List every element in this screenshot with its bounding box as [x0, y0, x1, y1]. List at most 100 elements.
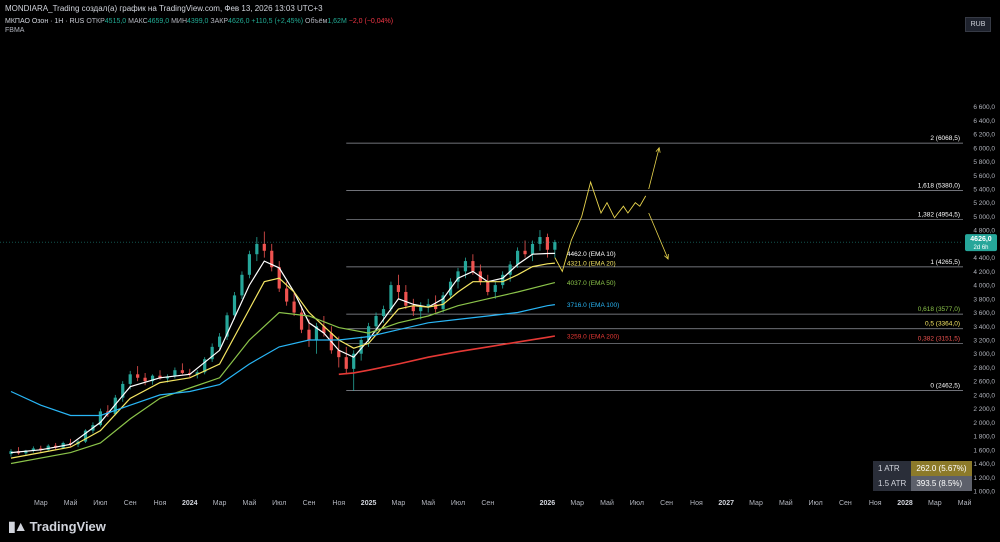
- y-tick-label: 2 800,0: [973, 365, 995, 372]
- logo-text: TradingView: [29, 519, 106, 534]
- currency-button[interactable]: RUB: [965, 17, 991, 32]
- fib-level-label: 0,618 (3577,0): [918, 306, 960, 313]
- atr-label: 1 ATR: [873, 461, 912, 476]
- y-tick-label: 1 600,0: [973, 447, 995, 454]
- high-label: МАКС: [128, 18, 148, 25]
- candle-body: [262, 243, 266, 251]
- x-tick-label: Май: [243, 499, 257, 507]
- x-tick-label: Мар: [928, 500, 942, 507]
- x-tick-label: Мар: [34, 500, 48, 507]
- candle-body: [247, 254, 251, 275]
- x-tick-label: 2028: [897, 500, 913, 507]
- candle-body: [255, 243, 259, 255]
- candle-body: [136, 374, 140, 378]
- low-value: 4399,0: [187, 18, 209, 25]
- candle-body: [501, 274, 505, 286]
- ema-50-line: [10, 282, 556, 465]
- atr-value: 262.0 (5.67%): [911, 461, 972, 476]
- ema-200-line: [338, 335, 556, 376]
- candle-body: [218, 336, 222, 347]
- low-label: МИН: [171, 18, 188, 25]
- x-tick-label: 2027: [718, 500, 734, 507]
- chart-header: MONDIARA_Trading создал(а) график на Tra…: [5, 3, 323, 15]
- x-tick-label: Май: [600, 499, 614, 507]
- x-tick-label: Май: [958, 499, 972, 507]
- y-tick-label: 2 400,0: [973, 392, 995, 399]
- candle-body: [240, 274, 244, 296]
- candle-body: [545, 237, 549, 250]
- x-tick-label: Сен: [660, 500, 673, 507]
- x-tick-label: Июл: [808, 500, 822, 507]
- y-tick-label: 4 800,0: [973, 228, 995, 235]
- y-tick-label: 4 200,0: [973, 269, 995, 276]
- candle-body: [381, 309, 386, 316]
- y-tick-label: 6 200,0: [973, 132, 995, 139]
- y-tick-label: 4 000,0: [973, 283, 995, 290]
- x-tick-label: Июл: [630, 500, 644, 507]
- candle-body: [523, 250, 527, 255]
- indicator-label[interactable]: FBMA: [5, 27, 24, 34]
- y-tick-label: 3 800,0: [973, 296, 995, 303]
- fib-level-label: 0 (2462,5): [930, 383, 960, 390]
- candle-body: [285, 288, 289, 302]
- y-tick-label: 6 000,0: [973, 145, 995, 152]
- x-tick-label: Май: [64, 499, 78, 507]
- y-tick-label: 5 200,0: [973, 200, 995, 207]
- x-tick-label: 2026: [540, 500, 556, 507]
- atr-row: 1.5 ATR 393.5 (8.5%): [873, 476, 972, 491]
- y-tick-label: 1 200,0: [973, 475, 995, 482]
- y-tick-label: 5 400,0: [973, 187, 995, 194]
- ema-label: 4037.0 (EMA 50): [567, 280, 616, 287]
- y-tick-label: 2 200,0: [973, 406, 995, 413]
- candle-body: [530, 243, 535, 255]
- candle-body: [463, 261, 468, 272]
- y-tick-label: 3 600,0: [973, 310, 995, 317]
- x-tick-label: Мар: [392, 500, 406, 507]
- last-price-countdown: 2d 6h: [973, 245, 988, 251]
- candle-body: [486, 281, 490, 292]
- y-tick-label: 5 800,0: [973, 159, 995, 166]
- x-tick-label: Сен: [839, 500, 852, 507]
- candle-body: [143, 377, 147, 382]
- candle-body: [128, 374, 132, 384]
- close-label: ЗАКР: [210, 18, 229, 25]
- y-tick-label: 1 400,0: [973, 461, 995, 468]
- high-value: 4659,0: [147, 18, 170, 25]
- x-tick-label: Ноя: [869, 500, 882, 507]
- x-tick-label: Сен: [303, 500, 316, 507]
- candle-body: [516, 250, 520, 265]
- y-tick-label: 2 600,0: [973, 379, 995, 386]
- candle-body: [553, 242, 557, 250]
- price-chart[interactable]: 1 000,0 1 200,0 1 400,0 1 600,0 1 800,0 2 000…: [0, 0, 1000, 542]
- candle-body: [344, 357, 348, 369]
- ema-label: 4462.0 (EMA 10): [567, 251, 616, 258]
- x-tick-label: Май: [779, 499, 793, 507]
- open-value: 4515,0: [104, 18, 127, 25]
- x-tick-label: Июл: [93, 500, 107, 507]
- projection-arrow: [648, 147, 660, 190]
- tradingview-logo-icon: ▮▲: [8, 518, 28, 534]
- atr-row: 1 ATR 262.0 (5.67%): [873, 461, 972, 476]
- volume-label: Объём: [305, 18, 328, 25]
- x-tick-label: Сен: [124, 500, 137, 507]
- fib-level-label: 0,382 (3151,5): [918, 335, 960, 342]
- x-tick-label: Мар: [213, 500, 227, 507]
- fib-level-label: 1,618 (5380,0): [918, 182, 960, 189]
- x-tick-label: Июл: [451, 500, 465, 507]
- candle-body: [180, 370, 184, 373]
- atr-label: 1.5 ATR: [873, 476, 912, 491]
- y-tick-label: 1 800,0: [973, 434, 995, 441]
- candle-body: [404, 291, 408, 306]
- x-tick-label: Ноя: [332, 500, 345, 507]
- atr-value: 393.5 (8.5%): [911, 476, 972, 491]
- change-value: +110,5 (+2,45%): [251, 18, 304, 25]
- ohlc-legend: МКПАО Озон · 1Н · RUS ОТКР4515,0 МАКС465…: [5, 17, 393, 27]
- ema-label: 3716.0 (EMA 100): [567, 302, 619, 309]
- x-tick-label: Мар: [570, 500, 584, 507]
- fib-level-label: 2 (6068,5): [930, 135, 960, 142]
- symbol-label: МКПАО Озон · 1Н · RUS: [5, 18, 85, 25]
- tradingview-logo[interactable]: ▮▲ TradingView: [8, 518, 106, 535]
- y-tick-label: 2 000,0: [973, 420, 995, 427]
- candle-body: [307, 329, 311, 340]
- candle-body: [493, 285, 497, 292]
